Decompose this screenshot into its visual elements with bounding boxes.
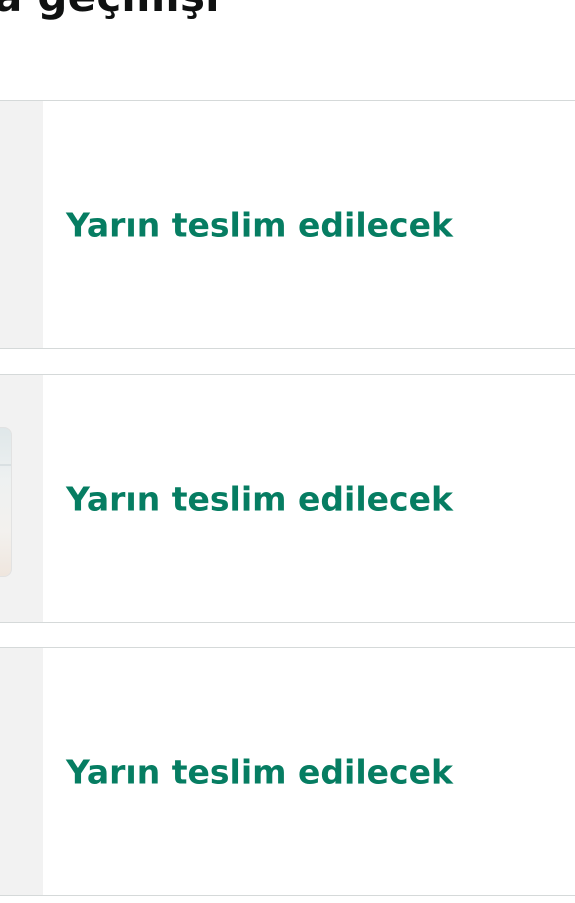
delivery-status: Yarın teslim edilecek (66, 752, 453, 791)
delivery-status: Yarın teslim edilecek (66, 479, 453, 518)
order-card[interactable]: Yarın teslim edilecek (0, 374, 575, 623)
product-image (0, 427, 12, 577)
order-card[interactable]: Yarın teslim edilecek (0, 100, 575, 349)
page-title: a geçmişi (0, 0, 220, 21)
page-header: a geçmişi (0, 0, 575, 100)
delivery-status: Yarın teslim edilecek (66, 205, 453, 244)
order-card[interactable]: Yarın teslim edilecek (0, 647, 575, 896)
order-history-page: a geçmişi Yarın teslim edilecek Yarın te… (0, 0, 575, 903)
product-thumbnail[interactable] (0, 648, 43, 895)
product-thumbnail[interactable] (0, 101, 43, 348)
product-thumbnail[interactable] (0, 375, 43, 622)
